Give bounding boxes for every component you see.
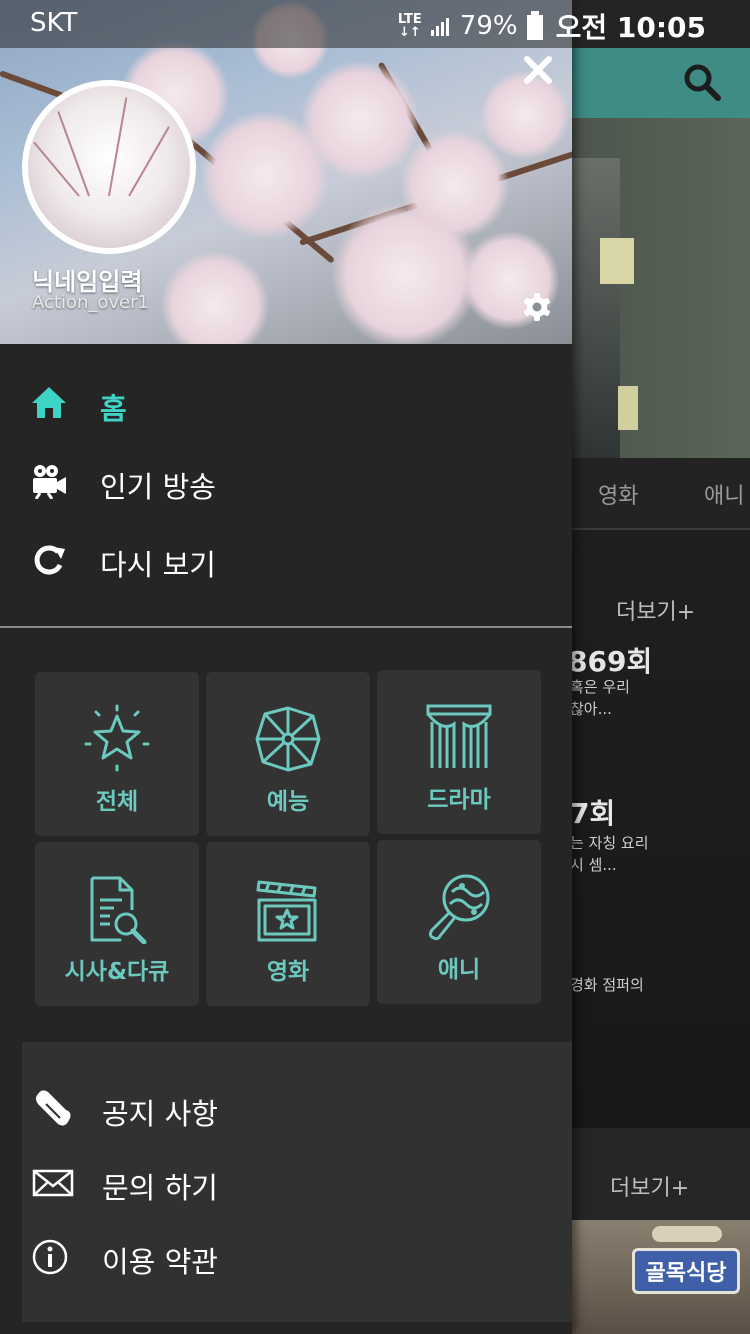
maracas-icon — [428, 874, 490, 941]
nav-item-popular[interactable]: 인기 방송 — [0, 446, 572, 516]
category-label: 영화 — [266, 959, 310, 985]
nav-item-replay[interactable]: 다시 보기 — [0, 524, 572, 594]
nav-item-home[interactable]: 홈 — [0, 368, 572, 438]
tab-anime[interactable]: 애니 — [704, 478, 744, 510]
divider — [0, 626, 572, 628]
bottom-menu: 공지 사항 문의 하기 이용 약관 — [22, 1042, 572, 1322]
home-icon — [32, 387, 66, 418]
clock: 오전 10:05 — [555, 11, 706, 44]
replay-icon — [34, 545, 65, 575]
profile-header: 닉네임입력 Action_over1 — [0, 0, 572, 344]
category-drama[interactable]: 드라마 — [377, 670, 541, 834]
section-header: 더보기+ — [570, 1128, 750, 1220]
movie-camera-icon — [33, 465, 66, 499]
menu-item-contact[interactable]: 문의 하기 — [22, 1150, 572, 1216]
pinwheel-icon — [255, 706, 321, 772]
profile-user-id: Action_over1 — [32, 292, 149, 313]
episode-caption: 경화 점퍼의 — [570, 976, 644, 994]
curtain-icon — [426, 704, 492, 768]
category-tabs: 영화 애니 — [570, 458, 750, 530]
network-type: LTE ↓↑ — [397, 12, 422, 40]
megaphone-icon — [36, 1090, 71, 1126]
search-icon[interactable] — [680, 60, 724, 104]
status-indicators: LTE ↓↑ 79% 오전 10:05 — [398, 6, 706, 46]
episode-desc: 찮아... — [570, 700, 612, 718]
category-movie[interactable]: 영화 — [206, 842, 370, 1006]
nav-label-home: 홈 — [100, 392, 127, 426]
category-label: 전체 — [95, 789, 139, 815]
tab-movie[interactable]: 영화 — [598, 478, 638, 510]
thumbnail-title: 골목식당 — [645, 1261, 727, 1286]
menu-label-terms: 이용 약관 — [102, 1245, 218, 1279]
category-label: 애니 — [437, 957, 481, 983]
episode-desc: 혹은 우리 — [570, 678, 630, 696]
program-thumbnail[interactable]: 골목식당 — [572, 1220, 750, 1334]
battery-percent: 79% — [459, 11, 518, 41]
close-icon[interactable] — [522, 54, 554, 86]
info-icon — [32, 1239, 68, 1275]
category-label: 드라마 — [427, 787, 491, 813]
document-search-icon — [90, 876, 147, 944]
menu-item-terms[interactable]: 이용 약관 — [22, 1224, 572, 1290]
avatar[interactable] — [22, 80, 196, 254]
category-label: 예능 — [266, 789, 310, 815]
envelope-icon — [32, 1169, 74, 1197]
episode-title[interactable]: 7회 — [570, 792, 615, 832]
status-bar: SKT LTE ↓↑ 79% 오전 10:05 — [0, 0, 750, 48]
category-docu[interactable]: 시사&다큐 — [35, 842, 199, 1006]
clapperboard-icon — [256, 880, 317, 942]
carrier-name: SKT — [30, 8, 78, 38]
star-icon — [84, 704, 150, 772]
battery-icon — [526, 11, 543, 40]
category-anime[interactable]: 애니 — [377, 840, 541, 1004]
category-all[interactable]: 전체 — [35, 672, 199, 836]
more-link[interactable]: 더보기+ — [616, 594, 695, 626]
program-list: 더보기+ 869회 혹은 우리 찮아... 7회 는 자칭 요리 시 셈... … — [568, 530, 750, 1130]
category-label: 시사&다큐 — [64, 959, 170, 985]
category-variety[interactable]: 예능 — [206, 672, 370, 836]
menu-label-contact: 문의 하기 — [102, 1171, 218, 1205]
episode-desc: 는 자칭 요리 — [570, 834, 649, 852]
navigation-drawer: 닉네임입력 Action_over1 홈 인기 방송 다시 보기 전체 예능 드… — [0, 0, 572, 1334]
nav-label-replay: 다시 보기 — [100, 548, 216, 582]
more-link[interactable]: 더보기+ — [610, 1170, 689, 1202]
episode-title[interactable]: 869회 — [568, 640, 652, 680]
nav-label-popular: 인기 방송 — [100, 470, 216, 504]
gear-icon[interactable] — [522, 292, 552, 322]
signal-icon — [430, 18, 449, 36]
menu-item-notice[interactable]: 공지 사항 — [22, 1076, 572, 1142]
episode-desc: 시 셈... — [570, 856, 617, 874]
menu-label-notice: 공지 사항 — [102, 1097, 218, 1131]
